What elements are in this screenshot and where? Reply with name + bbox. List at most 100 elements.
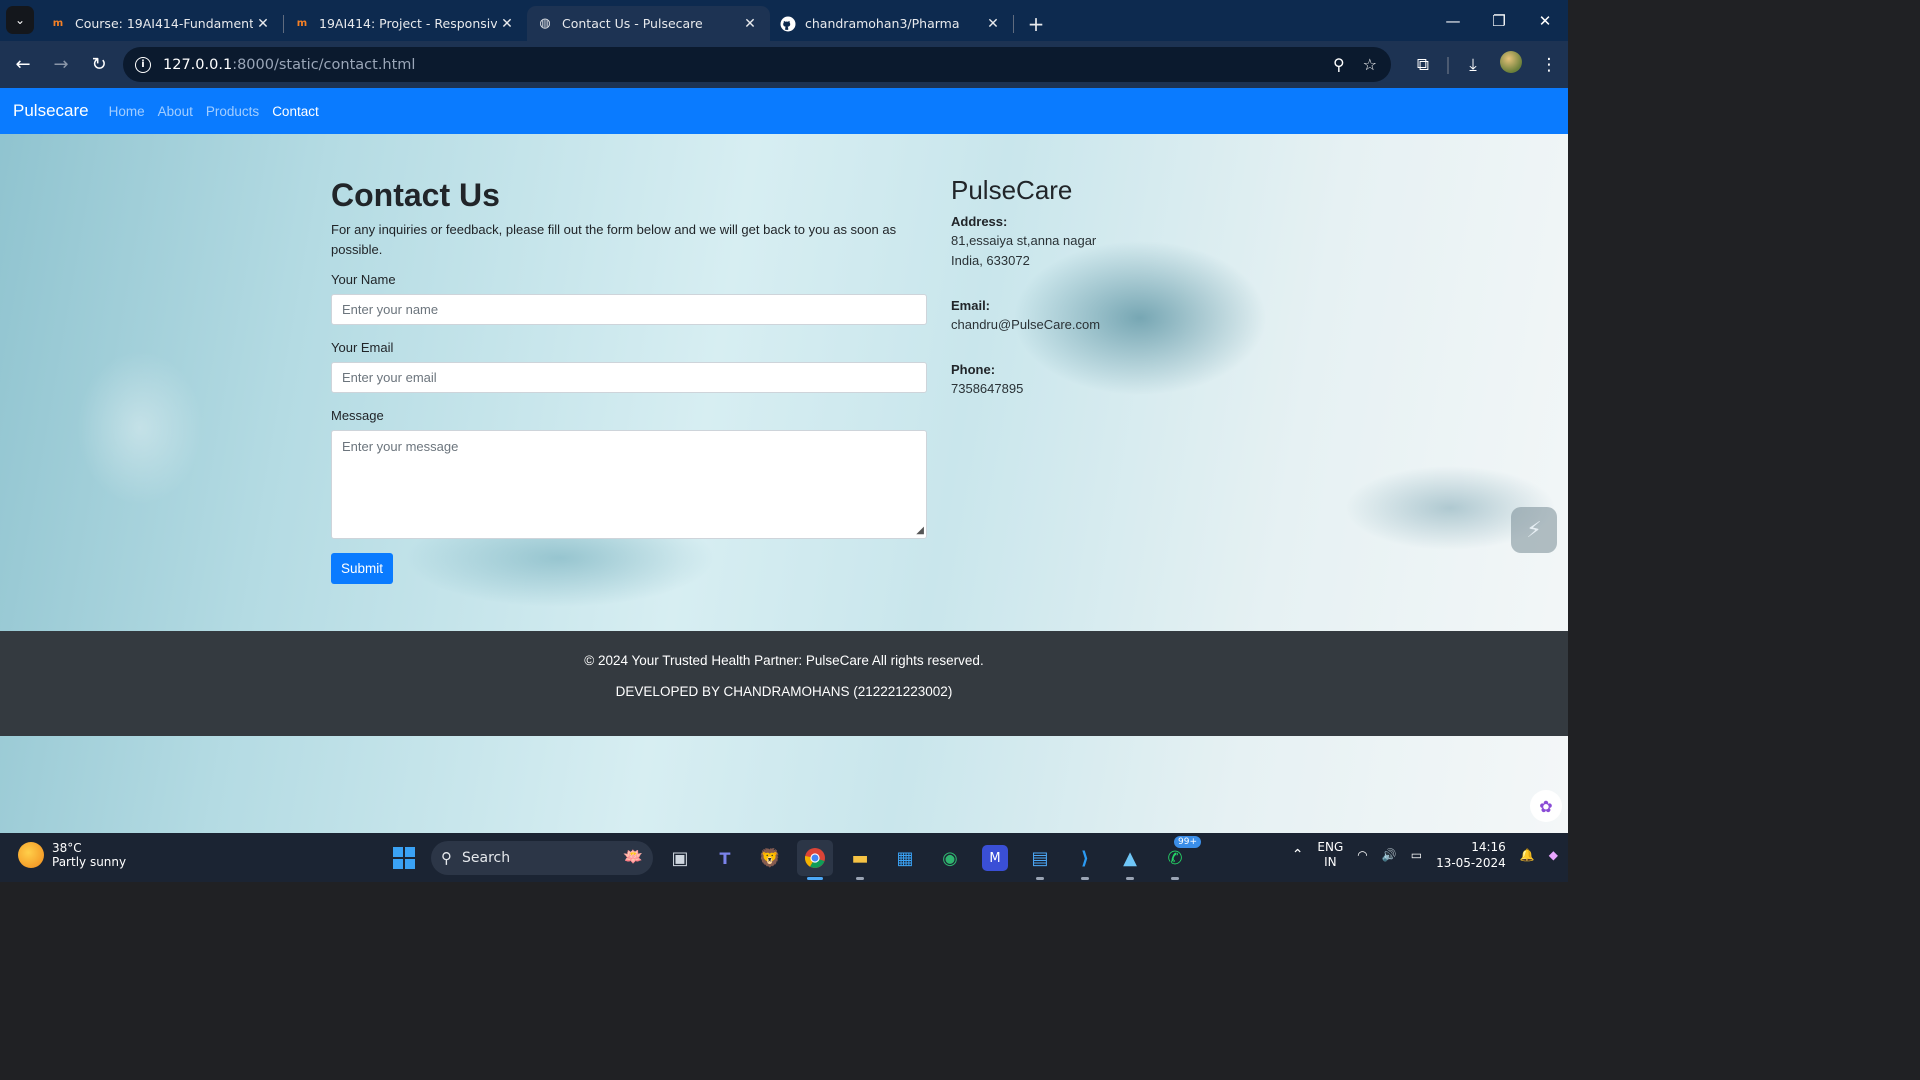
url-host: 127.0.0.1 <box>163 56 233 73</box>
name-field[interactable]: Enter your name <box>331 294 927 325</box>
tab-github[interactable]: chandramohan3/Pharma ✕ <box>770 6 1013 41</box>
tab-contact-active[interactable]: ◍ Contact Us - Pulsecare ✕ <box>527 6 770 41</box>
page-title: Contact Us <box>331 177 500 213</box>
site-footer: © 2024 Your Trusted Health Partner: Puls… <box>0 631 1568 736</box>
weather-condition: Partly sunny <box>52 855 127 869</box>
phone-label: Phone: <box>951 362 996 377</box>
clock[interactable]: 14:16 13-05-2024 <box>1436 839 1506 871</box>
file-explorer-icon[interactable]: ▬ <box>842 840 878 880</box>
resize-grip-icon[interactable]: ◢ <box>916 525 924 536</box>
nav-link-about[interactable]: About <box>158 104 193 119</box>
window-controls: — ❐ ✕ <box>1430 0 1568 41</box>
moodle-icon: m <box>296 18 308 29</box>
volume-icon[interactable]: 🔊 <box>1382 848 1397 862</box>
tab-title: Contact Us - Pulsecare <box>562 16 703 31</box>
whatsapp-icon[interactable]: ✆ 99+ <box>1157 836 1201 880</box>
floating-lightning-icon[interactable]: ⚡ <box>1511 507 1557 553</box>
bookmark-star-icon[interactable]: ☆ <box>1363 55 1377 74</box>
forward-arrow-icon[interactable]: → <box>43 47 79 83</box>
close-tab-icon[interactable]: ✕ <box>740 16 760 32</box>
close-tab-icon[interactable]: ✕ <box>253 16 273 32</box>
contact-info-column: PulseCare Address: 81,essaiya st,anna na… <box>951 174 1251 399</box>
photos-icon[interactable]: ▲ <box>1112 840 1148 880</box>
region-code: IN <box>1324 855 1337 869</box>
chevron-up-icon[interactable]: ⌃ <box>1292 847 1304 863</box>
nav-link-contact[interactable]: Contact <box>272 104 319 119</box>
tab-separator <box>1013 14 1014 33</box>
chrome-icon[interactable] <box>797 840 833 880</box>
vs-studio-icon[interactable]: M <box>982 845 1008 871</box>
tab-course[interactable]: m Course: 19AI414-Fundamentals ✕ <box>40 6 283 41</box>
message-textarea[interactable]: Enter your message ◢ <box>331 430 927 539</box>
copilot-icon[interactable]: ◆ <box>1549 848 1558 862</box>
submit-button[interactable]: Submit <box>331 553 394 584</box>
zoom-icon[interactable]: ⚲ <box>1333 55 1345 74</box>
close-tab-icon[interactable]: ✕ <box>983 16 1003 32</box>
windows-taskbar: 38°C Partly sunny ⚲ Search 🪷 ▣ T 🦁 ▬ ▦ ◉… <box>0 833 1568 882</box>
developer-credit: DEVELOPED BY CHANDRAMOHANS (212221223002… <box>615 684 953 699</box>
search-icon: ⚲ <box>441 849 452 867</box>
microsoft-store-icon[interactable]: ▦ <box>887 840 923 876</box>
brain-extension-icon[interactable]: ✿ <box>1530 790 1562 822</box>
partly-sunny-icon <box>18 842 44 868</box>
nav-link-home[interactable]: Home <box>109 104 145 119</box>
wifi-icon[interactable]: ◠ <box>1357 848 1367 862</box>
notepad-icon[interactable]: ▤ <box>1022 840 1058 880</box>
language-indicator[interactable]: ENG IN <box>1317 840 1343 870</box>
extensions-icon[interactable]: ⧉ <box>1404 55 1442 75</box>
start-windows-icon[interactable] <box>386 840 422 876</box>
reload-icon[interactable]: ↻ <box>81 47 117 83</box>
tab-search-chevron-icon[interactable]: ⌄ <box>6 6 34 34</box>
restore-icon[interactable]: ❐ <box>1476 0 1522 41</box>
taskbar-search[interactable]: ⚲ Search 🪷 <box>431 841 653 875</box>
notification-badge: 99+ <box>1174 836 1201 848</box>
vscode-icon[interactable]: ⟩ <box>1067 840 1103 880</box>
email-field[interactable]: Enter your email <box>331 362 927 393</box>
weather-widget[interactable]: 38°C Partly sunny <box>18 841 126 869</box>
download-icon[interactable]: ⤓ <box>1454 55 1492 75</box>
github-icon <box>780 16 796 32</box>
site-info-icon[interactable]: i <box>135 56 151 73</box>
lang-code: ENG <box>1317 840 1344 854</box>
notification-bell-icon[interactable]: 🔔 <box>1520 848 1535 862</box>
email-label: Your Email <box>331 340 394 355</box>
contact-section: Contact Us For any inquiries or feedback… <box>0 134 1568 631</box>
moodle-icon: m <box>52 18 64 29</box>
tab-strip: m Course: 19AI414-Fundamentals ✕ m 19AI4… <box>40 6 1050 41</box>
browser-toolbar: ← → ↻ i 127.0.0.1:8000/static/contact.ht… <box>0 41 1568 88</box>
contact-form-column: Contact Us For any inquiries or feedback… <box>331 176 927 584</box>
email-info-value: chandru@PulseCare.com <box>951 317 1101 332</box>
brand-logo[interactable]: Pulsecare <box>13 101 89 121</box>
email-info-label: Email: <box>951 298 991 313</box>
close-tab-icon[interactable]: ✕ <box>497 16 517 32</box>
more-menu-icon[interactable]: ⋮ <box>1530 55 1568 75</box>
tab-title: chandramohan3/Pharma <box>805 16 960 31</box>
edge-icon[interactable]: ◉ <box>932 840 968 876</box>
tab-project[interactable]: m 19AI414: Project - Responsive V ✕ <box>284 6 527 41</box>
battery-icon[interactable]: ▭ <box>1411 848 1422 862</box>
name-label: Your Name <box>331 272 396 287</box>
intro-text: For any inquiries or feedback, please fi… <box>331 222 897 257</box>
profile-avatar[interactable] <box>1492 51 1530 78</box>
site-navbar: Pulsecare Home About Products Contact <box>0 88 1568 134</box>
toolbar-divider: | <box>1445 54 1451 75</box>
name-placeholder: Enter your name <box>342 302 439 317</box>
address-label: Address: <box>951 214 1008 229</box>
close-window-icon[interactable]: ✕ <box>1522 0 1568 41</box>
brave-browser-icon[interactable]: 🦁 <box>752 840 788 876</box>
info-title: PulseCare <box>951 175 1073 205</box>
temperature: 38°C <box>52 841 82 855</box>
message-placeholder: Enter your message <box>342 439 459 454</box>
address-bar-actions: ⚲ ☆ <box>1333 55 1377 74</box>
task-view-icon[interactable]: ▣ <box>662 840 698 876</box>
new-tab-icon[interactable]: + <box>1022 10 1050 38</box>
taskbar-apps: ⚲ Search 🪷 ▣ T 🦁 ▬ ▦ ◉ M ▤ ⟩ ▲ ✆ 99+ <box>386 836 1201 880</box>
nav-link-products[interactable]: Products <box>206 104 259 119</box>
teams-icon[interactable]: T <box>707 840 743 876</box>
minimize-icon[interactable]: — <box>1430 0 1476 41</box>
address-bar[interactable]: i 127.0.0.1:8000/static/contact.html ⚲ ☆ <box>123 47 1391 82</box>
browser-tab-bar: ⌄ m Course: 19AI414-Fundamentals ✕ m 19A… <box>0 0 1568 41</box>
back-arrow-icon[interactable]: ← <box>5 47 41 83</box>
